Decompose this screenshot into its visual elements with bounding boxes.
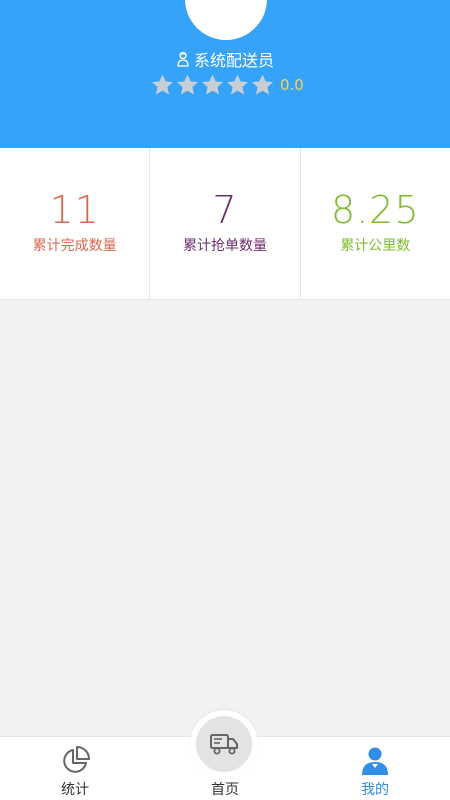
star-icon <box>202 74 223 95</box>
stat-label: 累计公里数 <box>340 238 411 254</box>
tab-label: 我的 <box>361 782 389 798</box>
courier-icon <box>177 51 189 67</box>
rating-value: 0.0 <box>280 76 304 94</box>
role-row: 系统配送员 <box>0 48 450 70</box>
tab-mine[interactable]: 我的 <box>300 737 450 800</box>
tab-statistics[interactable]: 统计 <box>0 737 150 800</box>
stat-label: 累计完成数量 <box>32 238 117 254</box>
avatar[interactable] <box>185 0 267 40</box>
stat-kilometers[interactable]: 8.25 累计公里数 <box>301 148 450 299</box>
tab-label: 统计 <box>61 782 89 798</box>
stat-label: 累计抢单数量 <box>182 238 267 254</box>
home-button[interactable] <box>190 710 258 778</box>
star-icon <box>152 74 173 95</box>
truck-icon <box>210 734 238 755</box>
user-icon <box>362 747 388 775</box>
stat-grabbed[interactable]: 7 累计抢单数量 <box>150 148 301 299</box>
stat-completed[interactable]: 11 累计完成数量 <box>0 148 151 299</box>
stats-panel: 11 累计完成数量 7 累计抢单数量 8.25 累计公里数 <box>0 148 450 300</box>
star-icon <box>227 74 248 95</box>
stat-value: 11 <box>49 188 100 232</box>
profile-header: 系统配送员 0.0 <box>0 0 450 148</box>
star-icon <box>177 74 198 95</box>
role-label: 系统配送员 <box>193 51 274 70</box>
stat-value: 7 <box>212 188 238 232</box>
home-button-inner <box>196 716 252 772</box>
stat-value: 8.25 <box>331 188 420 232</box>
star-icon <box>252 74 273 95</box>
pie-chart-icon <box>63 746 90 773</box>
tab-label: 首页 <box>211 782 239 798</box>
rating: 0.0 <box>150 72 304 98</box>
